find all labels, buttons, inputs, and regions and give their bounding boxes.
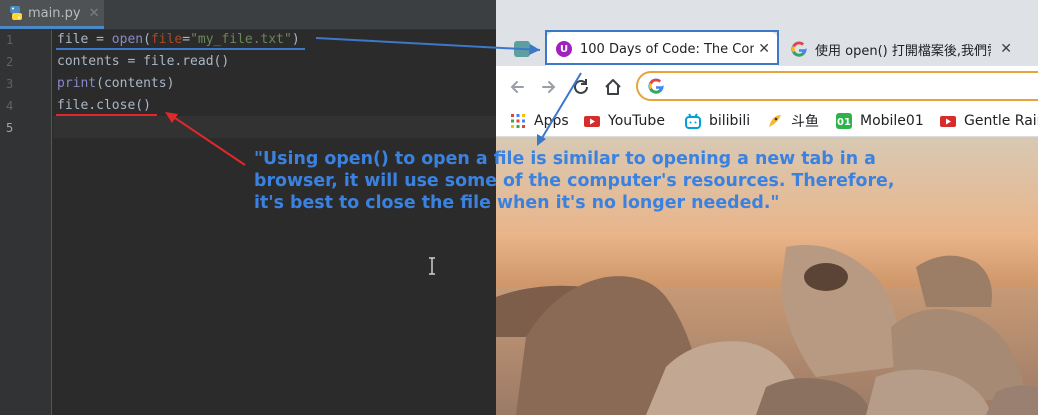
annotation-highlight-box: [545, 30, 779, 65]
code-token: =: [88, 32, 112, 47]
back-arrow-icon[interactable]: [506, 76, 528, 98]
gentle-rain-icon: [940, 116, 956, 127]
bilibili-icon: [685, 113, 701, 129]
code-token: ): [291, 32, 300, 47]
code-token: open: [111, 32, 144, 47]
bookmark-mobile01[interactable]: 01 Mobile01: [836, 110, 924, 132]
code-token: (contents): [96, 76, 175, 91]
bookmark-label: Apps: [534, 113, 569, 129]
bookmark-douyu[interactable]: 斗鱼: [767, 110, 819, 132]
annotation-note: "Using open() to open a file is similar …: [254, 149, 895, 213]
browser-toolbar: [496, 66, 1038, 106]
code-token: print: [57, 76, 97, 91]
text-cursor-icon: [429, 257, 435, 275]
editor-tab-bar: main.py ✕: [0, 0, 496, 30]
code-line-4[interactable]: file.close(): [57, 98, 151, 113]
bookmark-label: YouTube: [608, 113, 665, 129]
bookmarks-bar: Apps YouTube bilibili 斗鱼 01 Mobile01 Gen…: [496, 106, 1038, 137]
code-editor[interactable]: file = open(file="my_file.txt") contents…: [53, 30, 496, 415]
close-icon[interactable]: ✕: [89, 6, 100, 21]
bookmark-label: Mobile01: [860, 113, 924, 129]
youtube-icon: [584, 116, 600, 127]
forward-arrow-icon[interactable]: [538, 76, 560, 98]
code-token: "my_file.txt": [190, 32, 292, 47]
current-line-highlight: [53, 116, 496, 138]
home-icon[interactable]: [602, 76, 624, 98]
close-icon[interactable]: ✕: [1000, 41, 1012, 57]
svg-text:01: 01: [837, 117, 851, 128]
line-number: 4: [6, 99, 14, 113]
code-token: file: [150, 32, 183, 47]
line-number: 5: [6, 121, 14, 135]
address-bar[interactable]: [636, 71, 1038, 101]
browser-tab[interactable]: 使用 open() 打開檔案後,我們需要 ✕: [781, 32, 1038, 66]
google-icon: [791, 41, 807, 57]
line-number: 2: [6, 55, 14, 69]
bookmark-label: 斗鱼: [791, 114, 819, 130]
code-line-1[interactable]: file = open(file="my_file.txt"): [57, 32, 300, 47]
line-number-gutter: 1 2 3 4 5: [0, 30, 52, 415]
code-line-3[interactable]: print(contents): [57, 76, 174, 91]
reload-icon[interactable]: [570, 76, 592, 98]
code-token: file: [57, 32, 89, 47]
google-icon: [648, 78, 664, 94]
code-token: (: [143, 32, 151, 47]
bookmark-gentle-rain[interactable]: Gentle Rain: [940, 110, 1038, 132]
pinned-tab-icon[interactable]: [514, 41, 530, 57]
douyu-icon: [769, 115, 781, 127]
line-number: 3: [6, 77, 14, 91]
editor-tab-main-py[interactable]: main.py ✕: [0, 0, 104, 29]
code-line-2[interactable]: contents = file.read(): [57, 54, 229, 69]
editor-tab-label: main.py: [28, 5, 81, 21]
bookmark-label: Gentle Rain: [964, 113, 1038, 129]
bookmark-bilibili[interactable]: bilibili: [685, 110, 750, 132]
browser-tab-label: 使用 open() 打開檔案後,我們需要: [815, 43, 991, 59]
apps-grid-icon: [511, 114, 525, 128]
bookmark-apps[interactable]: Apps: [510, 110, 569, 132]
address-input[interactable]: [672, 77, 1036, 97]
browser-tab-strip: U 100 Days of Code: The Complete Python …: [496, 0, 1038, 66]
bookmark-youtube[interactable]: YouTube: [584, 110, 665, 132]
bookmark-label: bilibili: [709, 113, 751, 129]
mobile01-icon: 01: [836, 113, 852, 129]
line-number: 1: [6, 33, 14, 47]
code-token: =: [182, 32, 191, 47]
python-file-icon: [10, 6, 22, 20]
